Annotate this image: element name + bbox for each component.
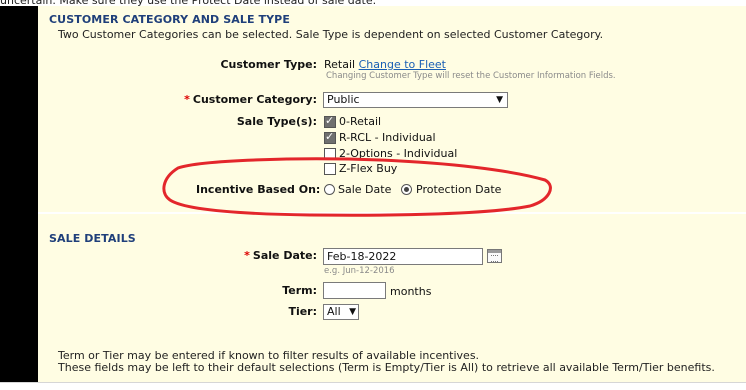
red-annotation-circle (162, 157, 552, 217)
